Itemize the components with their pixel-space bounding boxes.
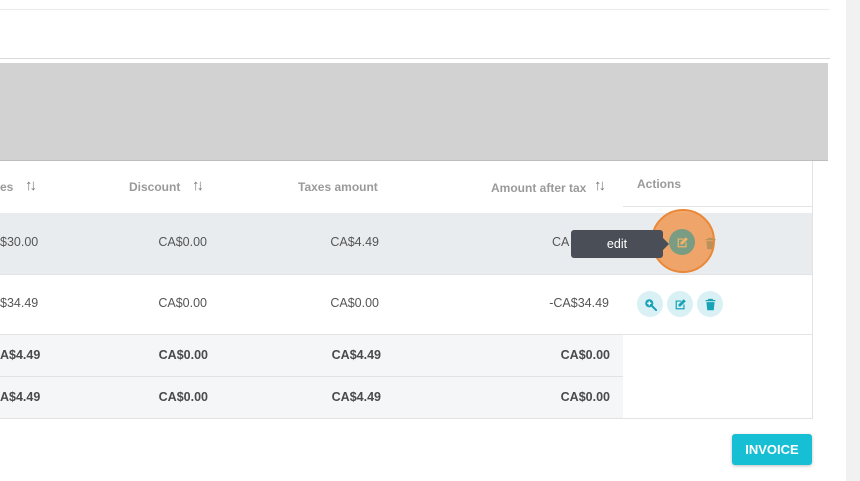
invoice-button[interactable]: INVOICE — [732, 434, 812, 465]
sort-icon[interactable]: ↑↓ — [192, 177, 204, 194]
sort-icon[interactable]: ↑↓ — [25, 177, 37, 194]
total-taxes-amount: CA$4.49 — [331, 348, 381, 362]
sort-icon[interactable]: ↑↓ — [594, 177, 606, 194]
column-header-amount-after-tax[interactable]: Amount after tax — [491, 181, 586, 195]
table-row[interactable]: $30.00 CA$0.00 CA$4.49 CA — [0, 213, 623, 275]
column-header-actions: Actions — [637, 177, 682, 191]
column-header-partial[interactable]: es — [0, 180, 13, 194]
row-actions — [623, 275, 812, 335]
cell-amount-after-tax: CA — [552, 235, 570, 249]
total-discount: CA$0.00 — [158, 348, 208, 362]
actions-header: Actions — [623, 161, 812, 207]
totals-row: A$4.49 CA$0.00 CA$4.49 CA$0.00 — [0, 377, 623, 418]
cell-amount-after-tax: -CA$34.49 — [549, 296, 609, 310]
cell-partial: $30.00 — [0, 235, 39, 249]
total-partial: A$4.49 — [0, 348, 41, 362]
cell-partial: $34.49 — [0, 296, 39, 310]
page-scrollbar[interactable] — [846, 0, 860, 481]
cell-discount: CA$0.00 — [158, 296, 207, 310]
delete-button[interactable] — [697, 291, 723, 317]
edit-button-hovered[interactable] — [669, 229, 695, 255]
total-taxes-amount: CA$4.49 — [331, 390, 381, 404]
column-header-taxes-amount[interactable]: Taxes amount — [298, 180, 378, 194]
total-amount-after-tax: CA$0.00 — [560, 348, 610, 362]
magnifier-plus-icon — [644, 298, 657, 311]
view-button[interactable] — [637, 291, 663, 317]
top-divider — [0, 9, 830, 10]
cell-taxes-amount: CA$0.00 — [330, 296, 379, 310]
edit-tooltip: edit — [571, 230, 663, 258]
column-header-discount[interactable]: Discount — [129, 180, 180, 194]
tooltip-text: edit — [606, 237, 628, 251]
edit-icon — [677, 236, 688, 247]
cell-discount: CA$0.00 — [158, 235, 207, 249]
tooltip-arrow — [663, 238, 669, 250]
totals-row: A$4.49 CA$0.00 CA$4.49 CA$0.00 — [0, 335, 623, 377]
edit-button[interactable] — [667, 291, 693, 317]
table-row[interactable]: $34.49 CA$0.00 CA$0.00 -CA$34.49 — [0, 275, 623, 335]
total-partial: A$4.49 — [0, 390, 41, 404]
total-amount-after-tax: CA$0.00 — [560, 390, 610, 404]
top-panel — [0, 0, 830, 59]
items-table: es ↑↓ Discount ↑↓ Taxes amount Amount af… — [0, 161, 813, 419]
total-discount: CA$0.00 — [158, 390, 208, 404]
table-toolbar-banner — [0, 63, 828, 161]
cell-taxes-amount: CA$4.49 — [330, 235, 379, 249]
table-header-row: es ↑↓ Discount ↑↓ Taxes amount Amount af… — [0, 161, 623, 213]
edit-icon — [675, 298, 686, 309]
trash-icon — [705, 298, 715, 310]
